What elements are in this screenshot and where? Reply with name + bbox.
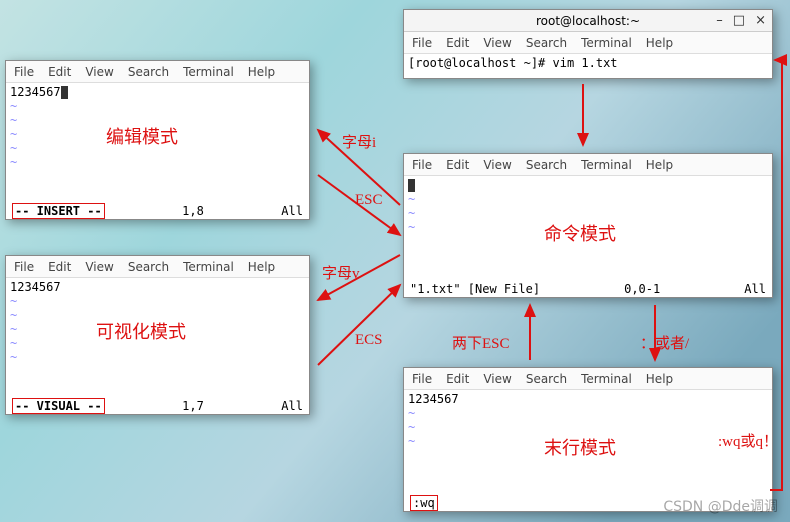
minimize-icon[interactable]: – bbox=[716, 13, 723, 28]
menu-file[interactable]: File bbox=[412, 36, 432, 50]
shell-body[interactable]: [root@localhost ~]# vim 1.txt bbox=[404, 54, 772, 78]
menu-view[interactable]: View bbox=[483, 36, 511, 50]
status-pos: 1,8 bbox=[182, 204, 204, 218]
menu-edit[interactable]: Edit bbox=[48, 260, 71, 274]
menubar: File Edit View Search Terminal Help bbox=[404, 32, 772, 54]
window-title: root@localhost:~ bbox=[536, 14, 640, 28]
annot-colon-or-slash: ：或者/ bbox=[640, 332, 689, 353]
menu-file[interactable]: File bbox=[14, 65, 34, 79]
menu-terminal[interactable]: Terminal bbox=[581, 36, 632, 50]
menu-help[interactable]: Help bbox=[646, 36, 673, 50]
mode-label-command: 命令模式 bbox=[544, 220, 616, 246]
tilde: ~ bbox=[10, 99, 17, 113]
menu-view[interactable]: View bbox=[85, 260, 113, 274]
menu-file[interactable]: File bbox=[412, 158, 432, 172]
annot-double-esc: 两下ESC bbox=[452, 332, 510, 353]
cursor bbox=[61, 86, 68, 99]
tilde: ~ bbox=[10, 336, 17, 350]
menubar: File Edit View Search Terminal Help bbox=[6, 256, 309, 278]
status-pos: 1,7 bbox=[182, 399, 204, 413]
annot-wq: :wq或q！ bbox=[718, 430, 778, 451]
close-icon[interactable]: × bbox=[755, 13, 766, 28]
menu-help[interactable]: Help bbox=[248, 65, 275, 79]
titlebar: root@localhost:~ – □ × bbox=[404, 10, 772, 32]
annot-letter-i: 字母i bbox=[342, 131, 376, 152]
cursor bbox=[408, 179, 415, 192]
shell-window: root@localhost:~ – □ × File Edit View Se… bbox=[403, 9, 773, 79]
editor-body[interactable]: 1234567 ~ ~ ~ ~ ~ 编辑模式 bbox=[6, 83, 309, 201]
menu-edit[interactable]: Edit bbox=[446, 158, 469, 172]
editor-content: 1234567 bbox=[10, 85, 61, 99]
command-window: File Edit View Search Terminal Help ~ ~ … bbox=[403, 153, 773, 298]
status-bar: -- VISUAL -- 1,7 All bbox=[6, 398, 309, 414]
insert-window: File Edit View Search Terminal Help 1234… bbox=[5, 60, 310, 220]
menu-edit[interactable]: Edit bbox=[446, 372, 469, 386]
menu-view[interactable]: View bbox=[483, 158, 511, 172]
mode-label-insert: 编辑模式 bbox=[106, 123, 178, 149]
visual-window: File Edit View Search Terminal Help 1234… bbox=[5, 255, 310, 415]
tilde: ~ bbox=[408, 192, 415, 206]
status-mode: -- INSERT -- bbox=[12, 203, 105, 219]
status-bar: "1.txt" [New File] 0,0-1 All bbox=[404, 281, 772, 297]
status-left: "1.txt" [New File] bbox=[410, 282, 540, 296]
tilde: ~ bbox=[10, 294, 17, 308]
tilde: ~ bbox=[408, 406, 415, 420]
menu-search[interactable]: Search bbox=[128, 260, 169, 274]
menu-edit[interactable]: Edit bbox=[446, 36, 469, 50]
editor-body[interactable]: 1234567 ~ ~ ~ 末行模式 bbox=[404, 390, 772, 493]
menu-help[interactable]: Help bbox=[646, 158, 673, 172]
annot-letter-v: 字母v bbox=[322, 262, 360, 283]
tilde: ~ bbox=[10, 322, 17, 336]
tilde: ~ bbox=[408, 434, 415, 448]
tilde: ~ bbox=[408, 220, 415, 234]
menu-view[interactable]: View bbox=[483, 372, 511, 386]
tilde: ~ bbox=[10, 141, 17, 155]
menu-search[interactable]: Search bbox=[128, 65, 169, 79]
menu-terminal[interactable]: Terminal bbox=[183, 65, 234, 79]
status-mode: -- VISUAL -- bbox=[12, 398, 105, 414]
annot-ecs: ECS bbox=[355, 332, 383, 349]
status-pos: 0,0-1 bbox=[624, 282, 660, 296]
menu-search[interactable]: Search bbox=[526, 36, 567, 50]
shell-prompt: [root@localhost ~]# vim 1.txt bbox=[408, 56, 618, 70]
editor-content: 1234567 bbox=[408, 392, 459, 406]
menu-file[interactable]: File bbox=[412, 372, 432, 386]
menu-help[interactable]: Help bbox=[646, 372, 673, 386]
tilde: ~ bbox=[408, 420, 415, 434]
menu-search[interactable]: Search bbox=[526, 158, 567, 172]
status-right: All bbox=[744, 282, 766, 296]
editor-body[interactable]: ~ ~ ~ 命令模式 bbox=[404, 176, 772, 279]
maximize-icon[interactable]: □ bbox=[733, 13, 745, 28]
menubar: File Edit View Search Terminal Help bbox=[6, 61, 309, 83]
menubar: File Edit View Search Terminal Help bbox=[404, 368, 772, 390]
tilde: ~ bbox=[10, 127, 17, 141]
watermark: CSDN @Dde调调 bbox=[663, 496, 778, 516]
status-bar: -- INSERT -- 1,8 All bbox=[6, 203, 309, 219]
mode-label-lastline: 末行模式 bbox=[544, 434, 616, 460]
status-cmd: :wq bbox=[410, 495, 438, 511]
editor-content: 1234567 bbox=[10, 280, 61, 294]
tilde: ~ bbox=[10, 155, 17, 169]
tilde: ~ bbox=[10, 350, 17, 364]
menu-help[interactable]: Help bbox=[248, 260, 275, 274]
tilde: ~ bbox=[10, 308, 17, 322]
menu-terminal[interactable]: Terminal bbox=[581, 158, 632, 172]
annot-esc: ESC bbox=[355, 192, 383, 209]
status-right: All bbox=[281, 204, 303, 218]
menu-file[interactable]: File bbox=[14, 260, 34, 274]
menu-view[interactable]: View bbox=[85, 65, 113, 79]
window-controls: – □ × bbox=[716, 13, 766, 28]
editor-body[interactable]: 1234567 ~ ~ ~ ~ ~ 可视化模式 bbox=[6, 278, 309, 396]
menu-search[interactable]: Search bbox=[526, 372, 567, 386]
tilde: ~ bbox=[10, 113, 17, 127]
menubar: File Edit View Search Terminal Help bbox=[404, 154, 772, 176]
mode-label-visual: 可视化模式 bbox=[96, 318, 186, 344]
menu-edit[interactable]: Edit bbox=[48, 65, 71, 79]
status-right: All bbox=[281, 399, 303, 413]
menu-terminal[interactable]: Terminal bbox=[183, 260, 234, 274]
tilde: ~ bbox=[408, 206, 415, 220]
menu-terminal[interactable]: Terminal bbox=[581, 372, 632, 386]
